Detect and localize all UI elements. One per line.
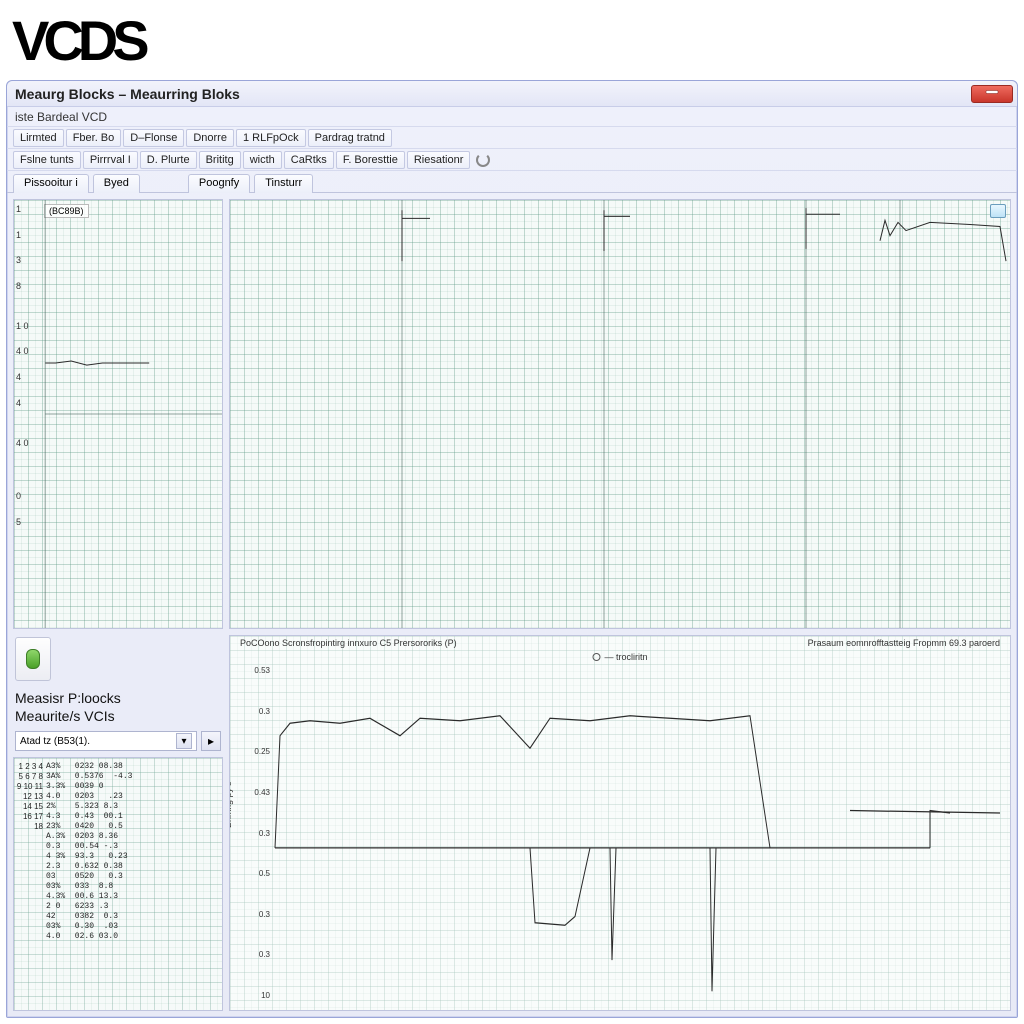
tab-left-0[interactable]: Pissooitur i	[13, 174, 89, 193]
tb2-btn-3[interactable]: Brititg	[199, 151, 241, 169]
refresh-icon[interactable]	[476, 153, 490, 167]
chevron-down-icon: ▾	[176, 733, 192, 749]
tb1-btn-3[interactable]: Dnorre	[186, 129, 234, 147]
tb1-btn-1[interactable]: Fber. Bo	[66, 129, 122, 147]
tb2-btn-7[interactable]: Riesationr	[407, 151, 471, 169]
tab-right-0[interactable]: Poognfy	[188, 174, 250, 193]
tb2-btn-4[interactable]: wicth	[243, 151, 282, 169]
tb2-btn-0[interactable]: Fslne tunts	[13, 151, 81, 169]
tab-left-1[interactable]: Byed	[93, 174, 140, 193]
toolbar-row-1: Lirmted Fber. Bo D–Flonse Dnorre 1 RLFpO…	[7, 127, 1017, 149]
left-column-lower: Measisr P:loocks Meaurite/s VCIs Atad tz…	[13, 635, 223, 1011]
section-titles: Measisr P:loocks Meaurite/s VCIs	[13, 687, 223, 725]
subtitle-bar: iste Bardeal VCD	[7, 107, 1017, 127]
app-logo: VCDS	[12, 8, 144, 73]
toolbar-row-2: Fslne tunts Pirrrval I D. Plurte Brititg…	[7, 149, 1017, 171]
close-button[interactable]	[971, 85, 1013, 103]
window-title: Meaurg Blocks – Meaurring Bloks	[15, 86, 240, 102]
graph-small-panel: 11381 04 0444 005 (BC89B)	[13, 199, 223, 629]
main-graph-svg	[230, 200, 1010, 628]
record-button[interactable]	[15, 637, 51, 681]
tb1-btn-2[interactable]: D–Flonse	[123, 129, 184, 147]
dropdown-value: Atad tz (B53(1).	[20, 736, 90, 747]
close-icon	[983, 87, 1001, 100]
content-area: 11381 04 0444 005 (BC89B)	[7, 193, 1017, 1017]
section-line2: Meaurite/s VCIs	[15, 707, 223, 725]
dropdown-row: Atad tz (B53(1). ▾ ▸	[13, 729, 223, 753]
block-select-dropdown[interactable]: Atad tz (B53(1). ▾	[15, 731, 197, 751]
go-button[interactable]: ▸	[201, 731, 221, 751]
main-window: Meaurg Blocks – Meaurring Bloks iste Bar…	[6, 80, 1018, 1018]
subtitle-text: iste Bardeal VCD	[15, 110, 107, 124]
tb1-btn-0[interactable]: Lirmted	[13, 129, 64, 147]
tb1-btn-5[interactable]: Pardrag tratnd	[308, 129, 392, 147]
tab-right-1[interactable]: Tinsturr	[254, 174, 313, 193]
secondary-graph-svg	[230, 636, 1010, 1010]
titlebar: Meaurg Blocks – Meaurring Bloks	[7, 81, 1017, 107]
section-line1: Measisr P:loocks	[15, 689, 223, 707]
graph-secondary-panel: PoCOono Scronsfropintirg innxuro C5 Prer…	[229, 635, 1011, 1011]
data-columns: 1 2 3 4 5 6 7 8 9 10 11 12 13 14 15 16 1…	[14, 758, 222, 1010]
record-icon	[26, 649, 40, 669]
tb2-btn-6[interactable]: F. Boresttie	[336, 151, 405, 169]
data-list-panel: 1 2 3 4 5 6 7 8 9 10 11 12 13 14 15 16 1…	[13, 757, 223, 1011]
play-icon: ▸	[208, 734, 214, 748]
tb2-btn-1[interactable]: Pirrrval I	[83, 151, 138, 169]
tb2-btn-2[interactable]: D. Plurte	[140, 151, 197, 169]
small-graph-svg	[14, 200, 222, 628]
tabstrip: Pissooitur i Byed Poognfy Tinsturr	[7, 171, 1017, 193]
tb2-btn-5[interactable]: CaRtks	[284, 151, 334, 169]
graph-main-panel	[229, 199, 1011, 629]
tb1-btn-4[interactable]: 1 RLFpOck	[236, 129, 306, 147]
